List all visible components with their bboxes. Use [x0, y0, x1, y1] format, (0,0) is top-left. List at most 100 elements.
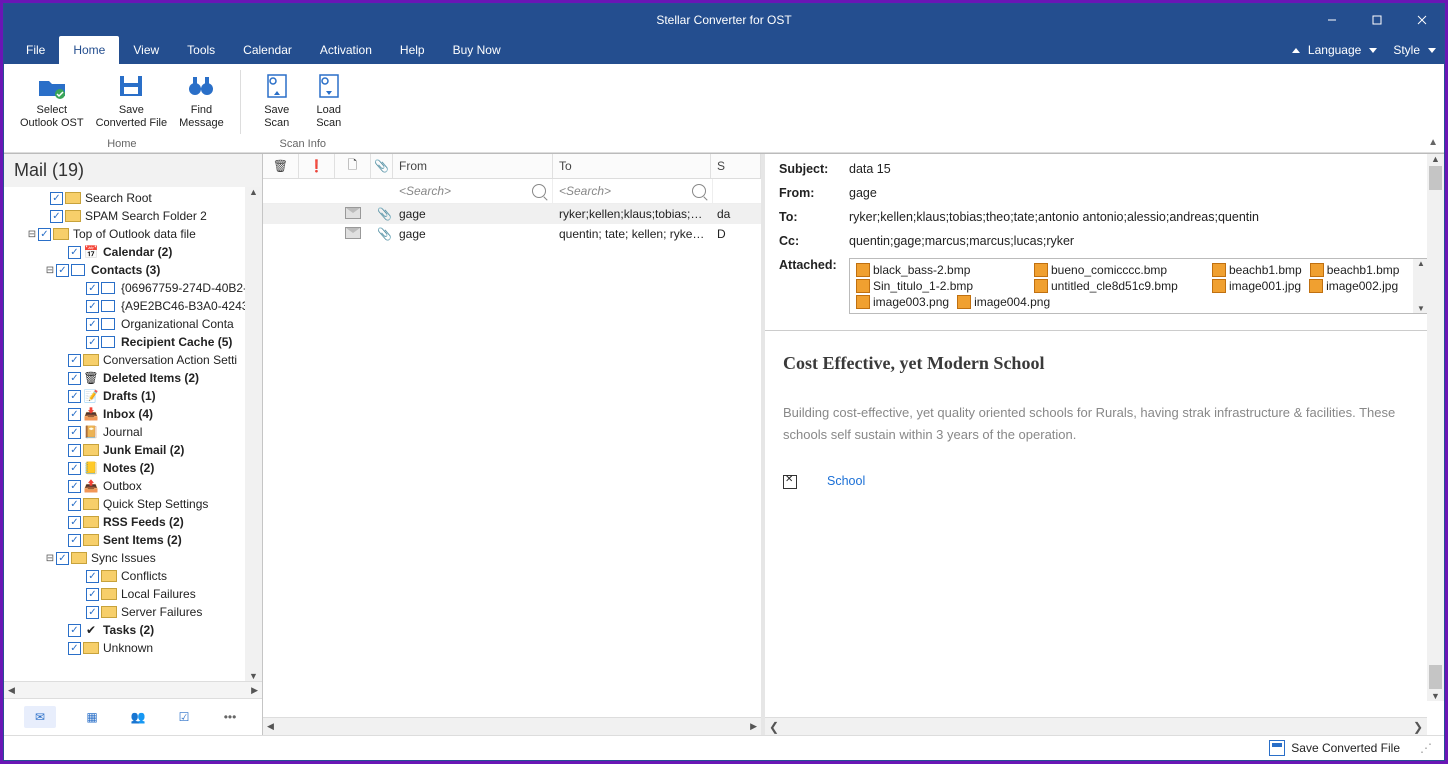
tree-hscroll[interactable]: ◀▶	[4, 681, 262, 698]
folder-icon	[65, 210, 81, 222]
attachment-item[interactable]: Sin_titulo_1-2.bmp	[856, 279, 1026, 293]
menu-activation[interactable]: Activation	[306, 36, 386, 64]
close-button[interactable]	[1399, 4, 1444, 36]
tasks-icon: ✔	[83, 623, 99, 637]
tree-node[interactable]: ✓Local Failures	[8, 585, 262, 603]
nav-more-icon[interactable]: •••	[220, 708, 240, 726]
attachment-item[interactable]: untitled_cle8d51c9.bmp	[1034, 279, 1204, 293]
search-to-input[interactable]: <Search>	[553, 179, 713, 203]
tree-node[interactable]: ✓SPAM Search Folder 2	[8, 207, 262, 225]
tree-node[interactable]: ✓Conversation Action Setti	[8, 351, 262, 369]
file-icon	[1309, 279, 1323, 293]
value-from: gage	[849, 186, 1430, 200]
folder-icon	[53, 228, 69, 240]
col-subject[interactable]: S	[711, 154, 761, 178]
tree-node[interactable]: ✓Conflicts	[8, 567, 262, 585]
label-cc: Cc:	[779, 234, 849, 248]
tree-node[interactable]: ✓Search Root	[8, 189, 262, 207]
preview-vscroll[interactable]: ▲ ▼	[1427, 154, 1444, 701]
attachment-item[interactable]: beachb1.bmp	[1310, 263, 1400, 277]
tree-node[interactable]: ⊟✓Sync Issues	[8, 549, 262, 567]
tree-node[interactable]: ✓Recipient Cache (5)	[8, 333, 262, 351]
menu-style[interactable]: Style	[1387, 43, 1426, 57]
attachment-item[interactable]: image003.png	[856, 295, 949, 309]
content: Mail (19) ✓Search Root ✓SPAM Search Fold…	[4, 153, 1444, 735]
col-importance[interactable]: ❗	[299, 154, 335, 178]
tree-node[interactable]: ✓{A9E2BC46-B3A0-4243	[8, 297, 262, 315]
col-from[interactable]: From	[393, 154, 553, 178]
tree-node[interactable]: ✓Unknown	[8, 639, 262, 657]
menu-language[interactable]: Language	[1302, 43, 1367, 57]
ribbon-group-label: Scan Info	[241, 138, 365, 150]
attachment-item[interactable]: beachb1.bmp	[1212, 263, 1302, 277]
attachment-item[interactable]: image002.jpg	[1309, 279, 1398, 293]
tree-scrollbar[interactable]: ▲▼	[245, 187, 262, 681]
menu-tools[interactable]: Tools	[173, 36, 229, 64]
tree-node[interactable]: ✓Organizational Conta	[8, 315, 262, 333]
tree-node[interactable]: ⊟✓Contacts (3)	[8, 261, 262, 279]
save-converted-file-link[interactable]: Save Converted File	[1291, 741, 1400, 755]
file-icon	[1212, 263, 1226, 277]
file-icon	[1310, 263, 1324, 277]
menu-help[interactable]: Help	[386, 36, 439, 64]
save-converted-file-button[interactable]: SaveConverted File	[92, 68, 172, 132]
envelope-icon	[345, 227, 361, 239]
col-delete[interactable]: 🗑	[263, 154, 299, 178]
tree-node[interactable]: ⊟✓Top of Outlook data file	[8, 225, 262, 243]
find-message-button[interactable]: FindMessage	[175, 68, 228, 132]
tree-node[interactable]: ✓{06967759-274D-40B2-	[8, 279, 262, 297]
menu-file[interactable]: File	[12, 36, 59, 64]
col-attachment[interactable]: 📎	[371, 154, 393, 178]
tree-node[interactable]: ✓📅Calendar (2)	[8, 243, 262, 261]
tree-node[interactable]: ✓RSS Feeds (2)	[8, 513, 262, 531]
folder-icon	[65, 192, 81, 204]
nav-people-icon[interactable]: 👥	[128, 708, 148, 726]
tree-node[interactable]: ✓📤Outbox	[8, 477, 262, 495]
menu-calendar[interactable]: Calendar	[229, 36, 306, 64]
search-from-input[interactable]: <Search>	[393, 179, 553, 203]
tree-node[interactable]: ✓📥Inbox (4)	[8, 405, 262, 423]
save-scan-button[interactable]: SaveScan	[253, 68, 301, 132]
contact-card-icon	[101, 281, 117, 295]
tree-node[interactable]: ✓📝Drafts (1)	[8, 387, 262, 405]
col-to[interactable]: To	[553, 154, 711, 178]
body-link[interactable]: School	[827, 474, 865, 488]
tree-node[interactable]: ✓🗑Deleted Items (2)	[8, 369, 262, 387]
minimize-button[interactable]	[1309, 4, 1354, 36]
select-outlook-ost-button[interactable]: SelectOutlook OST	[16, 68, 88, 132]
maximize-button[interactable]	[1354, 4, 1399, 36]
tree-node[interactable]: ✓✔Tasks (2)	[8, 621, 262, 639]
col-read[interactable]: 🗋	[335, 154, 371, 178]
nav-mail-icon[interactable]: ✉	[24, 706, 56, 728]
ribbon-collapse-button[interactable]: ▲	[1428, 137, 1438, 148]
nav-tasks-icon[interactable]: ☑	[174, 708, 194, 726]
load-scan-button[interactable]: LoadScan	[305, 68, 353, 132]
tree-node[interactable]: ✓Sent Items (2)	[8, 531, 262, 549]
attachment-item[interactable]: image001.jpg	[1212, 279, 1301, 293]
menu-home[interactable]: Home	[59, 36, 119, 64]
attachment-item[interactable]: bueno_comicccc.bmp	[1034, 263, 1204, 277]
menu-buy-now[interactable]: Buy Now	[439, 36, 515, 64]
tree-node[interactable]: ✓Server Failures	[8, 603, 262, 621]
list-hscroll[interactable]: ◀▶	[263, 717, 761, 735]
tree-node[interactable]: ✓Quick Step Settings	[8, 495, 262, 513]
menu-view[interactable]: View	[119, 36, 173, 64]
attachment-list: black_bass-2.bmp bueno_comicccc.bmp beac…	[849, 258, 1430, 314]
value-to: ryker;kellen;klaus;tobias;theo;tate;anto…	[849, 210, 1430, 224]
tree-node[interactable]: ✓📒Notes (2)	[8, 459, 262, 477]
mail-row[interactable]: 📎 gagequentin; tate; kellen; ryker; ant……	[263, 224, 761, 244]
resize-grip-icon[interactable]: ⋰	[1420, 741, 1432, 755]
attachment-item[interactable]: image004.png	[957, 295, 1050, 309]
preview-hscroll[interactable]: ❮❯	[765, 717, 1427, 735]
mail-row[interactable]: 📎 gageryker;kellen;klaus;tobias;theo;t…d…	[263, 204, 761, 224]
folder-tree[interactable]: ✓Search Root ✓SPAM Search Folder 2 ⊟✓Top…	[4, 187, 262, 659]
tree-node[interactable]: ✓Junk Email (2)	[8, 441, 262, 459]
nav-calendar-icon[interactable]: ▦	[82, 708, 102, 726]
tree-node[interactable]: ✓📔Journal	[8, 423, 262, 441]
folder-icon	[83, 642, 99, 654]
contact-card-icon	[101, 299, 117, 313]
attachment-item[interactable]: black_bass-2.bmp	[856, 263, 1026, 277]
contact-card-icon	[101, 335, 117, 349]
chevron-down-icon	[1369, 48, 1377, 53]
window-title: Stellar Converter for OST	[4, 13, 1444, 27]
